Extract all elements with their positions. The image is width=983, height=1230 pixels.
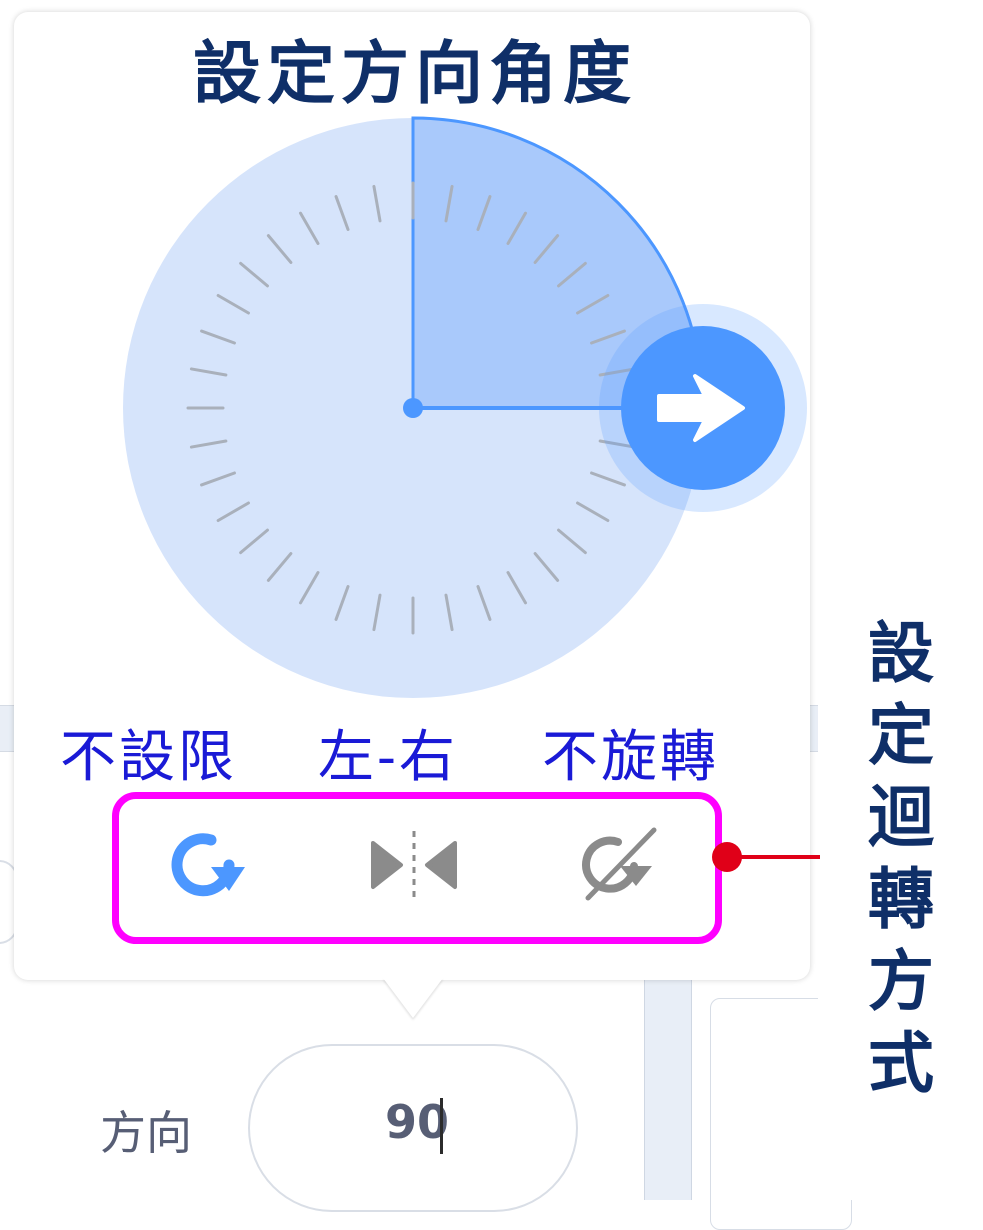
popover-arrow: [383, 978, 443, 1018]
dont-rotate-icon: [582, 827, 657, 901]
mode-label-left-right: 左-右: [318, 725, 458, 790]
rotation-mode-labels: 不設限 左-右 不旋轉: [60, 712, 780, 792]
mode-label-dont-rotate: 不旋轉: [542, 725, 719, 790]
direction-dial[interactable]: [120, 110, 820, 710]
text-caret: [440, 1098, 443, 1154]
dial-center: [403, 398, 423, 418]
all-around-button[interactable]: [155, 815, 255, 915]
left-right-flip-icon: [371, 831, 457, 903]
mode-label-all-around: 不設限: [60, 725, 237, 790]
panel-divider: [644, 980, 692, 1200]
direction-label: 方向: [100, 1106, 192, 1160]
left-right-button[interactable]: [363, 815, 463, 915]
callout-dot: [712, 842, 742, 872]
dont-rotate-button[interactable]: [572, 815, 672, 915]
rotate-all-around-icon: [171, 833, 245, 897]
side-annotation: 設定迴轉方式: [868, 614, 934, 1102]
title-annotation: 設定方向角度: [192, 34, 637, 114]
